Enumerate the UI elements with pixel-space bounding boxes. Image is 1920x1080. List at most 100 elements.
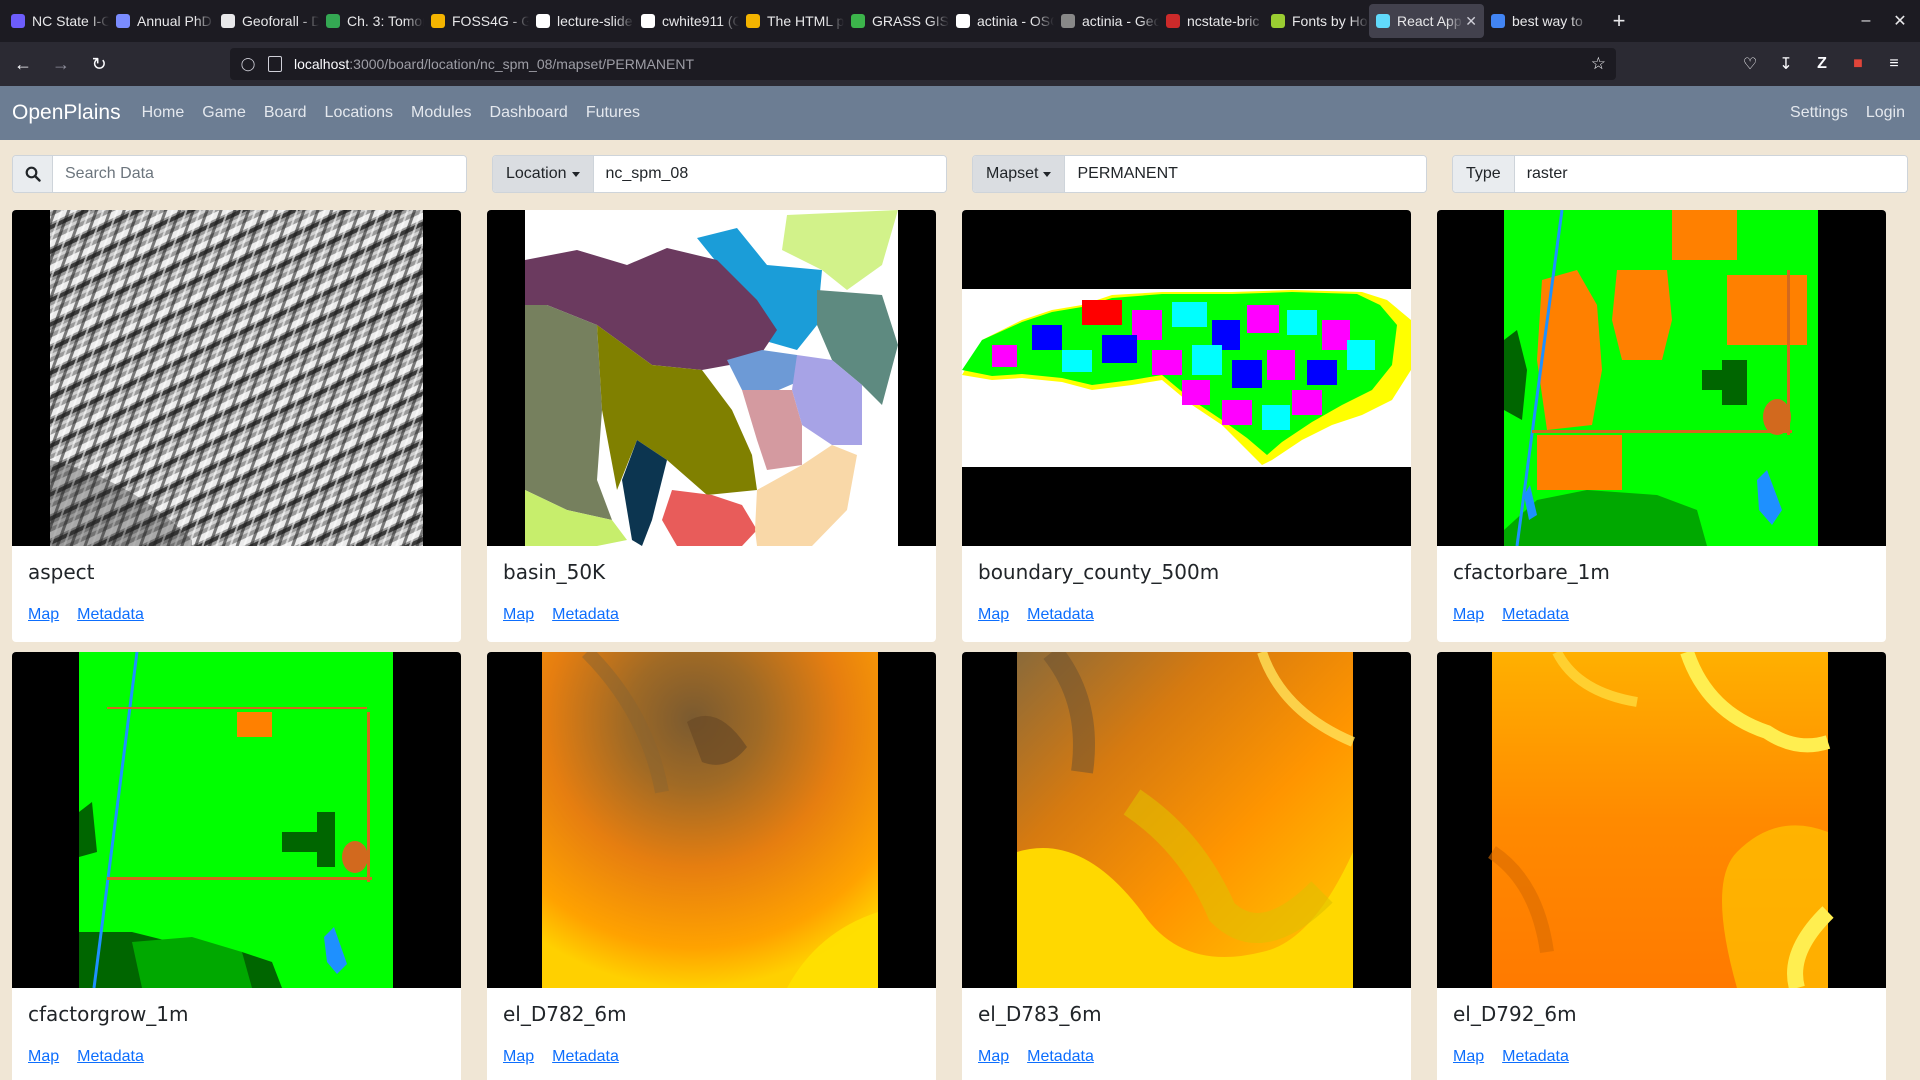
nav-game[interactable]: Game [193,104,255,122]
raster-thumbnail[interactable] [962,652,1411,988]
raster-thumbnail[interactable] [487,652,936,988]
search-input[interactable] [53,156,466,192]
location-input[interactable] [593,156,946,192]
browser-tab[interactable]: lecture-slide [529,4,634,38]
url-path: :3000/board/location/nc_spm_08/mapset/PE… [349,56,694,72]
tab-favicon-icon [116,14,130,28]
location-label: Location [506,165,567,182]
raster-name: el_D782_6m [503,1002,627,1026]
nav-futures[interactable]: Futures [577,104,649,122]
raster-thumbnail[interactable] [12,652,461,988]
map-link[interactable]: Map [28,606,59,624]
nav-settings[interactable]: Settings [1781,104,1857,122]
metadata-link[interactable]: Metadata [1027,606,1094,624]
search-icon[interactable] [13,156,53,192]
metadata-link[interactable]: Metadata [77,1048,144,1066]
raster-card: el_D782_6m Map Metadata [487,652,936,1080]
browser-tab[interactable]: Fonts by Ho [1264,4,1369,38]
browser-tab[interactable]: GRASS GIS - [844,4,949,38]
raster-name: el_D792_6m [1453,1002,1577,1026]
raster-card: el_D792_6m Map Metadata [1437,652,1886,1080]
raster-thumbnail[interactable] [487,210,936,546]
type-group: Type [1452,155,1908,193]
tab-favicon-icon [1166,14,1180,28]
tab-title: Fonts by Ho [1292,13,1368,29]
browser-tab[interactable]: NC State I-C [4,4,109,38]
tab-favicon-icon [851,14,865,28]
mapset-dropdown[interactable]: Mapset [973,156,1066,192]
raster-card: cfactorbare_1m Map Metadata [1437,210,1886,642]
tab-favicon-icon [1061,14,1075,28]
browser-tab-bar: NC State I-C Annual PhD Geoforall - D Ch. 3… [0,0,1920,42]
menu-icon[interactable]: ≡ [1876,55,1912,73]
raster-thumbnail[interactable] [1437,652,1886,988]
browser-tab[interactable]: Geoforall - D [214,4,319,38]
map-link[interactable]: Map [1453,1048,1484,1066]
nav-locations[interactable]: Locations [316,104,403,122]
zotero-icon[interactable]: Z [1804,55,1840,73]
search-group [12,155,467,193]
browser-tab[interactable]: FOSS4G - Go [424,4,529,38]
map-link[interactable]: Map [978,1048,1009,1066]
mapset-input[interactable] [1065,156,1426,192]
close-window-icon[interactable]: ✕ [1880,0,1920,42]
browser-tab[interactable]: The HTML pr [739,4,844,38]
raster-card: basin_50K Map Metadata [487,210,936,642]
location-dropdown[interactable]: Location [493,156,594,192]
forward-icon[interactable]: → [46,49,76,79]
back-icon[interactable]: ← [8,49,38,79]
raster-thumbnail[interactable] [962,210,1411,546]
nav-home[interactable]: Home [133,104,194,122]
metadata-link[interactable]: Metadata [552,1048,619,1066]
map-link[interactable]: Map [503,606,534,624]
browser-tab[interactable]: Ch. 3: Tomor [319,4,424,38]
map-link[interactable]: Map [1453,606,1484,624]
app-navbar: OpenPlains Home Game Board Locations Mod… [0,86,1920,140]
pocket-icon[interactable]: ♡ [1732,54,1768,74]
metadata-link[interactable]: Metadata [1027,1048,1094,1066]
metadata-link[interactable]: Metadata [552,606,619,624]
nav-board[interactable]: Board [255,104,316,122]
url-bar[interactable]: ◯ localhost:3000/board/location/nc_spm_0… [230,48,1616,80]
browser-tab[interactable]: Annual PhD [109,4,214,38]
reload-icon[interactable]: ↻ [84,49,114,79]
tab-favicon-icon [641,14,655,28]
browser-tab[interactable]: React App ✕ [1369,4,1484,38]
browser-tab[interactable]: best way to [1484,4,1589,38]
metadata-link[interactable]: Metadata [1502,1048,1569,1066]
tab-favicon-icon [221,14,235,28]
nav-modules[interactable]: Modules [402,104,480,122]
tab-title: React App [1397,13,1462,29]
extension-icon[interactable]: ■ [1840,55,1876,73]
tab-favicon-icon [1271,14,1285,28]
raster-thumbnail[interactable] [12,210,461,546]
shield-icon[interactable]: ◯ [240,56,256,72]
page-icon [268,56,282,72]
bookmark-star-icon[interactable]: ☆ [1591,54,1606,74]
nav-login[interactable]: Login [1857,104,1914,122]
metadata-link[interactable]: Metadata [1502,606,1569,624]
close-tab-icon[interactable]: ✕ [1465,13,1477,30]
raster-thumbnail[interactable] [1437,210,1886,546]
type-input[interactable] [1514,156,1907,192]
map-link[interactable]: Map [28,1048,59,1066]
tab-favicon-icon [956,14,970,28]
new-tab-button[interactable]: + [1605,8,1633,34]
tab-title: actinia - OSG [977,13,1054,29]
map-link[interactable]: Map [978,606,1009,624]
nav-dashboard[interactable]: Dashboard [481,104,577,122]
browser-tab[interactable]: actinia - Geo [1054,4,1159,38]
raster-name: cfactorbare_1m [1453,560,1610,584]
metadata-link[interactable]: Metadata [77,606,144,624]
browser-tab[interactable]: actinia - OSG [949,4,1054,38]
browser-tab[interactable]: ncstate-bric [1159,4,1264,38]
url-host: localhost [294,56,350,72]
tab-favicon-icon [1491,14,1505,28]
tab-title: ncstate-bric [1187,13,1260,29]
map-link[interactable]: Map [503,1048,534,1066]
download-icon[interactable]: ↧ [1768,54,1804,74]
browser-toolbar: ← → ↻ ◯ localhost:3000/board/location/nc… [0,42,1920,86]
browser-tab[interactable]: cwhite911 (C [634,4,739,38]
tab-favicon-icon [1376,14,1390,28]
brand-logo[interactable]: OpenPlains [12,101,121,125]
